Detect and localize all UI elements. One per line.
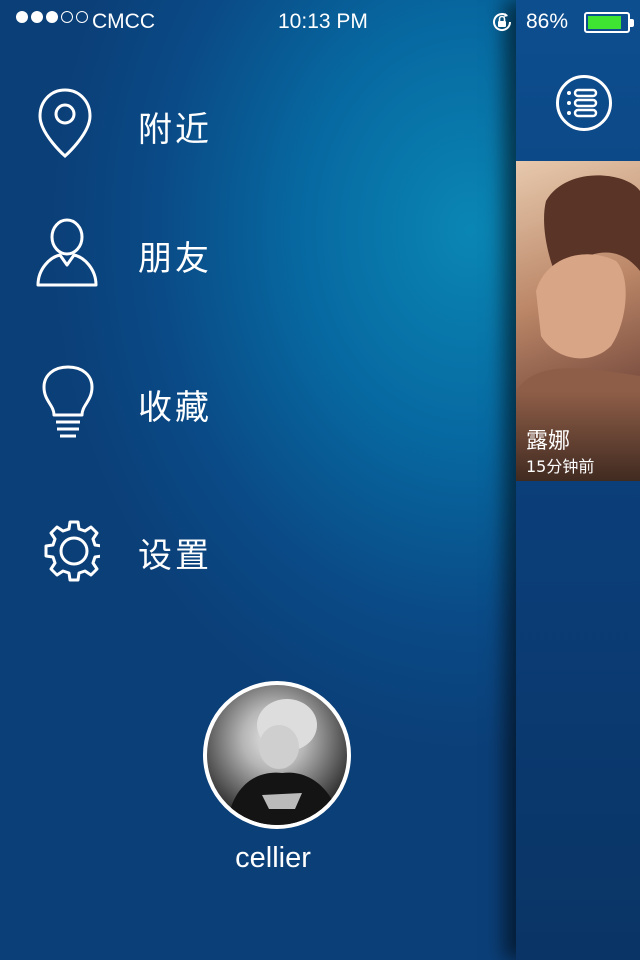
menu-item-settings[interactable]: 设置 <box>0 503 300 603</box>
lightbulb-icon <box>42 365 94 438</box>
battery-fill <box>588 16 621 29</box>
user-icon <box>36 218 98 287</box>
main-content-panel[interactable]: 露娜 15分钟前 <box>516 0 640 960</box>
gear-icon <box>44 520 100 582</box>
menu-item-nearby[interactable]: 附近 <box>0 78 300 178</box>
list-menu-button[interactable] <box>556 75 612 131</box>
username[interactable]: cellier <box>203 842 343 875</box>
menu-label-settings: 设置 <box>138 536 212 576</box>
avatar[interactable] <box>203 681 351 829</box>
signal-strength-icon <box>16 11 91 23</box>
list-menu-icon <box>567 88 598 118</box>
carrier-name: CMCC <box>92 10 155 33</box>
card-time: 15分钟前 <box>526 457 595 476</box>
battery-icon <box>584 12 634 33</box>
avatar-photo <box>227 699 342 825</box>
menu-label-nearby: 附近 <box>138 110 212 150</box>
menu-item-friends[interactable]: 朋友 <box>0 207 300 307</box>
status-bar: CMCC 10:13 PM 86% <box>0 0 640 44</box>
rotation-lock-icon <box>493 13 512 31</box>
menu-item-favorites[interactable]: 收藏 <box>0 355 300 455</box>
location-pin-icon <box>38 88 92 158</box>
battery-percent: 86% <box>526 10 569 33</box>
status-time: 10:13 PM <box>278 10 368 33</box>
menu-label-friends: 朋友 <box>138 239 212 279</box>
card-user-name: 露娜 <box>526 429 571 454</box>
menu-label-favorites: 收藏 <box>138 388 212 428</box>
user-card[interactable]: 露娜 15分钟前 <box>516 161 640 481</box>
